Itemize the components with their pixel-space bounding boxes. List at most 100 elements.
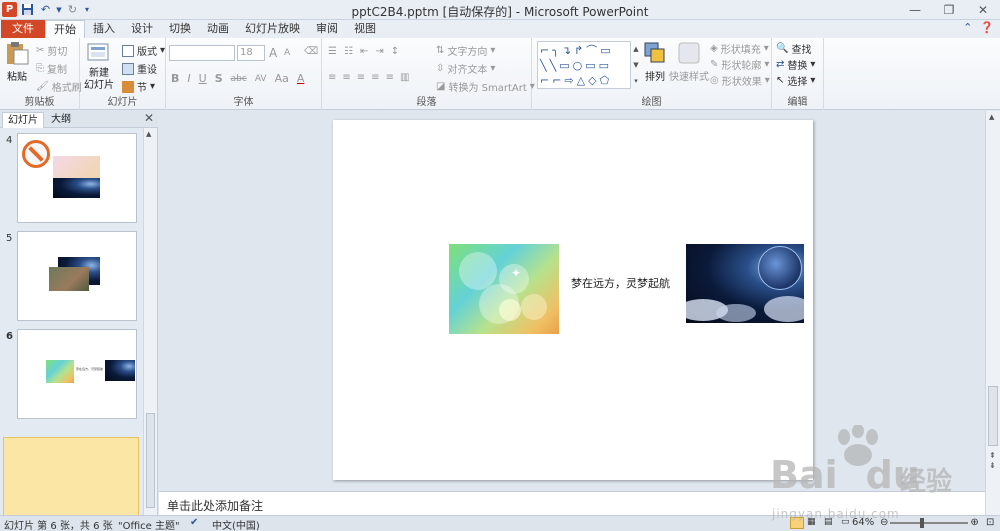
cut-button[interactable]: ✂ 剪切 [36, 43, 67, 58]
tab-outline-panel[interactable]: 大纲 [46, 112, 76, 128]
justify-icon[interactable]: ≡ [371, 72, 379, 83]
reset-label: 重设 [137, 65, 157, 76]
bullets-icon[interactable]: ☰ [328, 46, 337, 57]
tab-insert[interactable]: 插入 [85, 20, 123, 38]
align-text-button[interactable]: ⇳ 对齐文本 ▾ [436, 61, 495, 76]
bokeh-image[interactable]: ✦ [449, 244, 559, 334]
font-name-input[interactable] [169, 45, 235, 61]
spellcheck-icon[interactable]: ✔ [190, 517, 198, 528]
minimize-icon[interactable]: — [898, 0, 932, 20]
shapes-scroll[interactable]: ▲ ▼ ▾ [632, 41, 640, 89]
close-icon[interactable]: ✕ [966, 0, 1000, 20]
replace-button[interactable]: ⇄ 替换 ▾ [776, 57, 815, 72]
distribute-icon[interactable]: ≡ [386, 72, 394, 83]
text-direction-button[interactable]: ⇅ 文字方向 ▾ [436, 43, 495, 58]
theme-name[interactable]: "Office 主题" [118, 517, 180, 531]
tab-review[interactable]: 审阅 [308, 20, 346, 38]
arrange-button[interactable]: 排列 [642, 40, 668, 83]
thumb6-image-bokeh [46, 360, 74, 383]
format-painter-button[interactable]: 🖌 格式刷 [36, 79, 82, 94]
font-size-input[interactable]: 18 [237, 45, 265, 61]
editing-group-label: 编辑 [787, 97, 808, 108]
italic-button[interactable]: I [187, 72, 190, 85]
strikethrough-button[interactable]: abc [231, 74, 247, 84]
find-label: 查找 [791, 45, 812, 56]
decrease-indent-icon[interactable]: ⇤ [360, 46, 368, 57]
tab-slideshow[interactable]: 幻灯片放映 [237, 20, 308, 38]
layout-button[interactable]: 版式 ▾ [122, 43, 165, 58]
prev-next-slide-icon[interactable]: ⇞ ⇟ [989, 451, 996, 471]
thumb5-image-photo [49, 267, 89, 291]
tab-transitions[interactable]: 切换 [161, 20, 199, 38]
quick-styles-label: 快速样式 [669, 72, 709, 83]
numbering-icon[interactable]: ☷ [344, 46, 353, 57]
grow-font-button[interactable]: A [269, 46, 277, 60]
change-case-button[interactable]: Aa [275, 72, 289, 85]
quick-styles-icon [678, 42, 700, 64]
paste-button[interactable]: 粘贴 [4, 40, 30, 83]
editor-scroll-up-icon[interactable]: ▲ [989, 113, 994, 121]
restore-icon[interactable]: ❐ [932, 0, 966, 20]
baidu-watermark: Bai du 经验 jingyan.baidu.com [770, 425, 980, 525]
char-spacing-button[interactable]: AV [255, 74, 267, 84]
tab-slides-panel[interactable]: 幻灯片 [2, 112, 44, 128]
shrink-font-button[interactable]: A [284, 48, 290, 58]
tab-animations[interactable]: 动画 [199, 20, 237, 38]
new-slide-icon [87, 43, 109, 61]
smartart-button[interactable]: ◪ 转换为 SmartArt ▾ [436, 79, 535, 94]
select-button[interactable]: ↖ 选择 ▾ [776, 73, 815, 88]
editor-scrollbar[interactable]: ▲ ⇞ ⇟ [985, 111, 1000, 515]
slide-number-6: 6 [6, 331, 13, 342]
watermark-url: jingyan.baidu.com [772, 507, 900, 521]
text-direction-label: 文字方向 [447, 47, 488, 58]
fit-slide-icon[interactable]: ⊡ [986, 517, 994, 528]
reset-button[interactable]: 重设 [122, 61, 157, 76]
copy-button[interactable]: ⎘ 复制 [36, 61, 67, 76]
shape-fill-button[interactable]: ◈ 形状填充 ▾ [710, 41, 769, 56]
align-text-label: 对齐文本 [447, 65, 488, 76]
section-button[interactable]: 节 ▾ [122, 79, 155, 94]
align-center-icon[interactable]: ≡ [342, 72, 350, 83]
new-slide-button[interactable]: 新建 幻灯片 [84, 40, 114, 92]
shapes-gallery[interactable]: ⌐╮↴↱⌒▭ ╲╲▭○▭▭ ⌐⌐⇨△◇⬠ [537, 41, 631, 89]
editor-scroll-thumb[interactable] [988, 386, 998, 446]
slide-thumbnail-5[interactable] [17, 231, 137, 321]
shape-effects-button[interactable]: ◎ 形状效果 ▾ [710, 73, 770, 88]
collapse-ribbon-icon[interactable]: ⌃ [963, 21, 972, 34]
clear-format-icon[interactable]: ⌫ [304, 46, 318, 57]
tab-design[interactable]: 设计 [123, 20, 161, 38]
slide-text[interactable]: 梦在远方，灵梦起航 [571, 275, 670, 291]
find-button[interactable]: 🔍 查找 [776, 41, 811, 56]
help-icon[interactable]: ❓ [980, 21, 994, 34]
shape-effects-label: 形状效果 [721, 77, 762, 88]
font-color-button[interactable]: A [297, 72, 305, 85]
shape-fill-icon: ◈ [710, 43, 718, 54]
panel-close-icon[interactable]: ✕ [144, 111, 154, 125]
tab-file[interactable]: 文件 [1, 20, 45, 38]
tab-view[interactable]: 视图 [346, 20, 384, 38]
shadow-button[interactable]: S [215, 72, 223, 85]
align-right-icon[interactable]: ≡ [357, 72, 365, 83]
panel-scrollbar[interactable]: ▲ [143, 128, 157, 515]
text-direction-icon: ⇅ [436, 45, 445, 56]
language[interactable]: 中文(中国) [212, 517, 260, 531]
space-image[interactable] [686, 244, 804, 323]
bold-button[interactable]: B [171, 72, 179, 85]
increase-indent-icon[interactable]: ⇥ [375, 46, 383, 57]
align-left-icon[interactable]: ≡ [328, 72, 336, 83]
line-spacing-icon[interactable]: ↕ [391, 46, 399, 57]
quick-styles-button[interactable]: 快速样式 [669, 40, 709, 83]
shape-effects-icon: ◎ [710, 75, 719, 86]
panel-scroll-thumb[interactable] [146, 413, 155, 508]
shape-outline-button[interactable]: ✎ 形状轮廓 ▾ [710, 57, 769, 72]
watermark-brand: Bai du [770, 453, 920, 497]
copy-label: 复制 [47, 65, 67, 76]
find-icon: 🔍 [776, 43, 789, 54]
tab-home[interactable]: 开始 [45, 20, 85, 38]
slide-thumbnail-6[interactable]: 梦在远方，灵梦起航 [17, 329, 137, 419]
columns-icon[interactable]: ▥ [400, 72, 409, 83]
current-slide[interactable]: ✦ 梦在远方，灵梦起航 [333, 120, 813, 480]
slide-number-4: 4 [6, 135, 13, 146]
scroll-up-icon[interactable]: ▲ [146, 130, 151, 138]
underline-button[interactable]: U [199, 72, 207, 85]
